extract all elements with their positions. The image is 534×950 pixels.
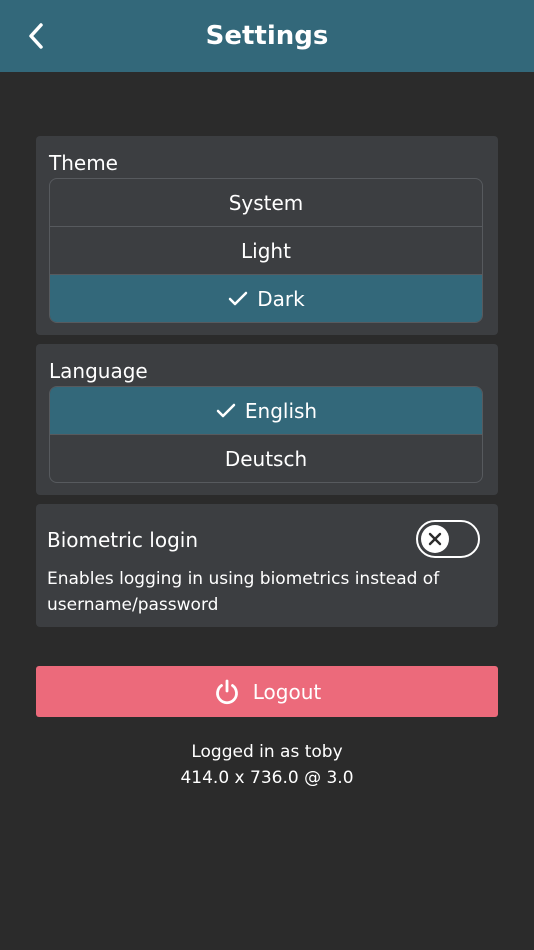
theme-option-system[interactable]: System <box>50 179 482 226</box>
theme-option-label: System <box>228 190 304 215</box>
chevron-left-icon <box>29 23 43 49</box>
theme-title: Theme <box>49 151 118 175</box>
theme-card: Theme System Light Dark <box>36 136 498 335</box>
toggle-knob <box>421 525 449 553</box>
theme-option-label: Dark <box>257 286 305 311</box>
biometric-card: Biometric login Enables logging in using… <box>36 504 498 627</box>
language-option-deutsch[interactable]: Deutsch <box>50 434 482 482</box>
biometric-toggle[interactable] <box>416 520 480 558</box>
theme-selector: System Light Dark <box>49 178 483 323</box>
logout-label: Logout <box>252 679 322 704</box>
theme-option-dark[interactable]: Dark <box>50 274 482 322</box>
logged-in-text: Logged in as toby <box>191 742 343 762</box>
biometric-description: Enables logging in using biometrics inst… <box>47 569 440 615</box>
theme-option-label: Light <box>241 238 291 263</box>
language-card: Language English Deutsch <box>36 344 498 495</box>
language-option-label: Deutsch <box>224 446 308 471</box>
logout-button[interactable]: Logout <box>36 666 498 717</box>
page-title: Settings <box>205 21 329 51</box>
app-header: Settings <box>0 0 534 72</box>
language-selector: English Deutsch <box>49 386 483 483</box>
language-title: Language <box>49 359 148 383</box>
check-icon <box>215 400 237 422</box>
language-option-english[interactable]: English <box>50 387 482 434</box>
language-option-label: English <box>244 398 318 423</box>
theme-option-light[interactable]: Light <box>50 226 482 274</box>
power-icon <box>213 678 241 706</box>
screen-info-text: 414.0 x 736.0 @ 3.0 <box>180 768 354 788</box>
check-icon <box>227 288 249 310</box>
close-icon <box>428 532 442 546</box>
biometric-title: Biometric login <box>47 528 198 552</box>
back-button[interactable] <box>18 18 54 54</box>
